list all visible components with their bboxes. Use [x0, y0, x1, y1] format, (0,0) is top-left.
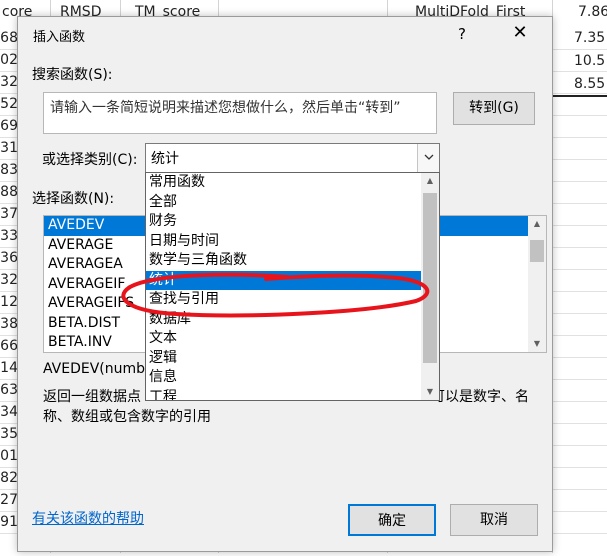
row-number[interactable]: .63 — [0, 382, 18, 398]
scroll-up-icon[interactable]: ▲ — [421, 173, 439, 189]
category-option[interactable]: 全部 — [146, 193, 439, 213]
category-option[interactable]: 数学与三角函数 — [146, 251, 439, 271]
category-select-value: 统计 — [151, 151, 179, 167]
insert-function-dialog: 插入函数 ? ✕ 搜索函数(S): 请输入一条简短说明来描述您想做什么，然后单击… — [17, 16, 553, 552]
help-icon[interactable]: ? — [458, 25, 466, 43]
function-signature: AVEDEV(numb — [43, 361, 146, 377]
row-number[interactable]: .01 — [0, 448, 18, 464]
description-line1: 返回一组数据点 — [43, 389, 141, 405]
row-number[interactable]: .69 — [0, 118, 18, 134]
sheet-cell[interactable]: 7.86 — [578, 4, 607, 20]
row-number[interactable]: .37 — [0, 206, 18, 222]
description-line2: 称、数组或包含数字的引用 — [43, 409, 211, 425]
scroll-thumb[interactable] — [530, 240, 544, 262]
category-select[interactable]: 统计 — [145, 143, 440, 173]
row-number[interactable]: .36 — [0, 250, 18, 266]
category-option[interactable]: 常用函数 — [146, 173, 439, 193]
chevron-down-icon-svg — [424, 154, 433, 160]
dropdown-scrollbar[interactable]: ▲ ▼ — [421, 173, 439, 400]
search-function-input[interactable]: 请输入一条简短说明来描述您想做什么，然后单击“转到” — [43, 92, 437, 134]
category-option[interactable]: 统计 — [146, 270, 439, 290]
row-number[interactable]: .82 — [0, 470, 18, 486]
row-number[interactable]: .02 — [0, 52, 18, 68]
category-option[interactable]: 财务 — [146, 212, 439, 232]
description-line1-right: 可以是数字、名 — [431, 389, 529, 405]
category-option[interactable]: 查找与引用 — [146, 290, 439, 310]
row-number[interactable]: .32 — [0, 74, 18, 90]
row-number[interactable]: .38 — [0, 316, 18, 332]
category-label: 或选择类别(C): — [42, 152, 138, 168]
row-number[interactable]: .32 — [0, 272, 18, 288]
sheet-cell[interactable]: 7.35 — [574, 30, 605, 46]
category-option[interactable]: 文本 — [146, 329, 439, 349]
row-number[interactable]: .83 — [0, 162, 18, 178]
category-option[interactable]: 信息 — [146, 368, 439, 388]
row-number[interactable]: .31 — [0, 140, 18, 156]
row-number[interactable]: .88 — [0, 184, 18, 200]
cancel-button[interactable]: 取消 — [450, 504, 538, 536]
search-function-label: 搜索函数(S): — [32, 67, 113, 83]
category-option[interactable]: 数据库 — [146, 310, 439, 330]
row-number[interactable]: .33 — [0, 228, 18, 244]
dialog-title: 插入函数 — [33, 30, 86, 45]
cell-border — [552, 95, 607, 97]
scroll-down-icon[interactable]: ▼ — [421, 384, 439, 400]
sheet-cell[interactable]: 10.5 — [574, 53, 605, 69]
ok-button[interactable]: 确定 — [348, 504, 436, 536]
category-dropdown[interactable]: 常用函数 全部 财务 日期与时间 数学与三角函数 统计 查找与引用 数据库 文本 逻辑 信息 工程 ▲… — [145, 172, 440, 401]
row-number[interactable]: .68 — [0, 30, 18, 46]
row-number[interactable]: .91 — [0, 514, 18, 530]
chevron-down-icon[interactable] — [417, 144, 439, 172]
close-icon[interactable]: ✕ — [508, 21, 532, 45]
row-number[interactable]: .27 — [0, 492, 18, 508]
select-function-label: 选择函数(N): — [32, 191, 115, 207]
row-number[interactable]: .66 — [0, 338, 18, 354]
function-list-scrollbar[interactable]: ▲ ▼ — [528, 216, 546, 352]
scroll-down-icon[interactable]: ▼ — [528, 336, 546, 352]
row-number[interactable]: .12 — [0, 294, 18, 310]
row-number[interactable]: .52 — [0, 96, 18, 112]
category-option[interactable]: 工程 — [146, 388, 439, 401]
row-number[interactable]: .35 — [0, 426, 18, 442]
sheet-cell[interactable]: 8.55 — [574, 76, 605, 92]
category-option[interactable]: 逻辑 — [146, 349, 439, 369]
category-option[interactable]: 日期与时间 — [146, 232, 439, 252]
goto-button[interactable]: 转到(G) — [453, 92, 535, 125]
scroll-up-icon[interactable]: ▲ — [528, 216, 546, 232]
row-number[interactable]: .14 — [0, 360, 18, 376]
function-help-link[interactable]: 有关该函数的帮助 — [32, 508, 144, 528]
row-number[interactable]: .34 — [0, 404, 18, 420]
scroll-thumb[interactable] — [423, 193, 437, 363]
